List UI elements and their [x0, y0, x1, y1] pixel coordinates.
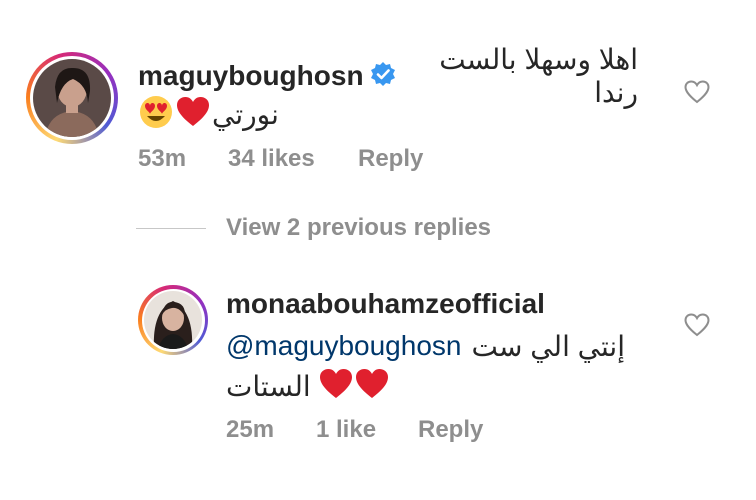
reply-button[interactable]: Reply [418, 416, 483, 444]
heart-outline-icon[interactable] [684, 80, 710, 109]
view-replies-label: View 2 previous replies [226, 214, 492, 241]
comment-time: 53m [138, 145, 187, 172]
username[interactable]: monaabouhamzeofficial [226, 288, 545, 320]
heart-outline-icon[interactable] [684, 313, 710, 342]
red-heart-emoji [176, 96, 210, 133]
comment-header: maguyboughosn اهلا وسهلا بالست رندا [138, 44, 638, 108]
avatar-photo [144, 291, 202, 349]
comment-text: اهلا وسهلا بالست رندا [439, 44, 638, 108]
mention-link[interactable]: @maguyboughosn [226, 330, 461, 362]
comment-text-2: الستات [226, 370, 311, 402]
red-heart-emoji [319, 368, 353, 405]
comment-text-line-2: الستات [226, 366, 389, 406]
heart-eyes-emoji [138, 94, 174, 135]
reply-button[interactable]: Reply [358, 145, 423, 173]
comment-text-1: إنتي الي ست [471, 330, 626, 362]
like-count[interactable]: 1 like [316, 416, 376, 444]
view-previous-replies[interactable]: View 2 previous replies [136, 214, 491, 242]
comment-text-2: نورتي [212, 98, 279, 130]
red-heart-emoji [355, 368, 389, 405]
comment-text-line-2: نورتي [138, 94, 279, 134]
like-count[interactable]: 34 likes [228, 145, 315, 173]
avatar[interactable] [26, 52, 118, 144]
avatar-photo [33, 59, 111, 137]
avatar[interactable] [138, 285, 208, 355]
verified-badge-icon [370, 61, 396, 92]
comment-time: 25m [226, 416, 275, 443]
username[interactable]: maguyboughosn [138, 60, 364, 92]
divider [136, 227, 206, 229]
comment-text: @maguyboughosn إنتي الي ست [226, 326, 625, 366]
